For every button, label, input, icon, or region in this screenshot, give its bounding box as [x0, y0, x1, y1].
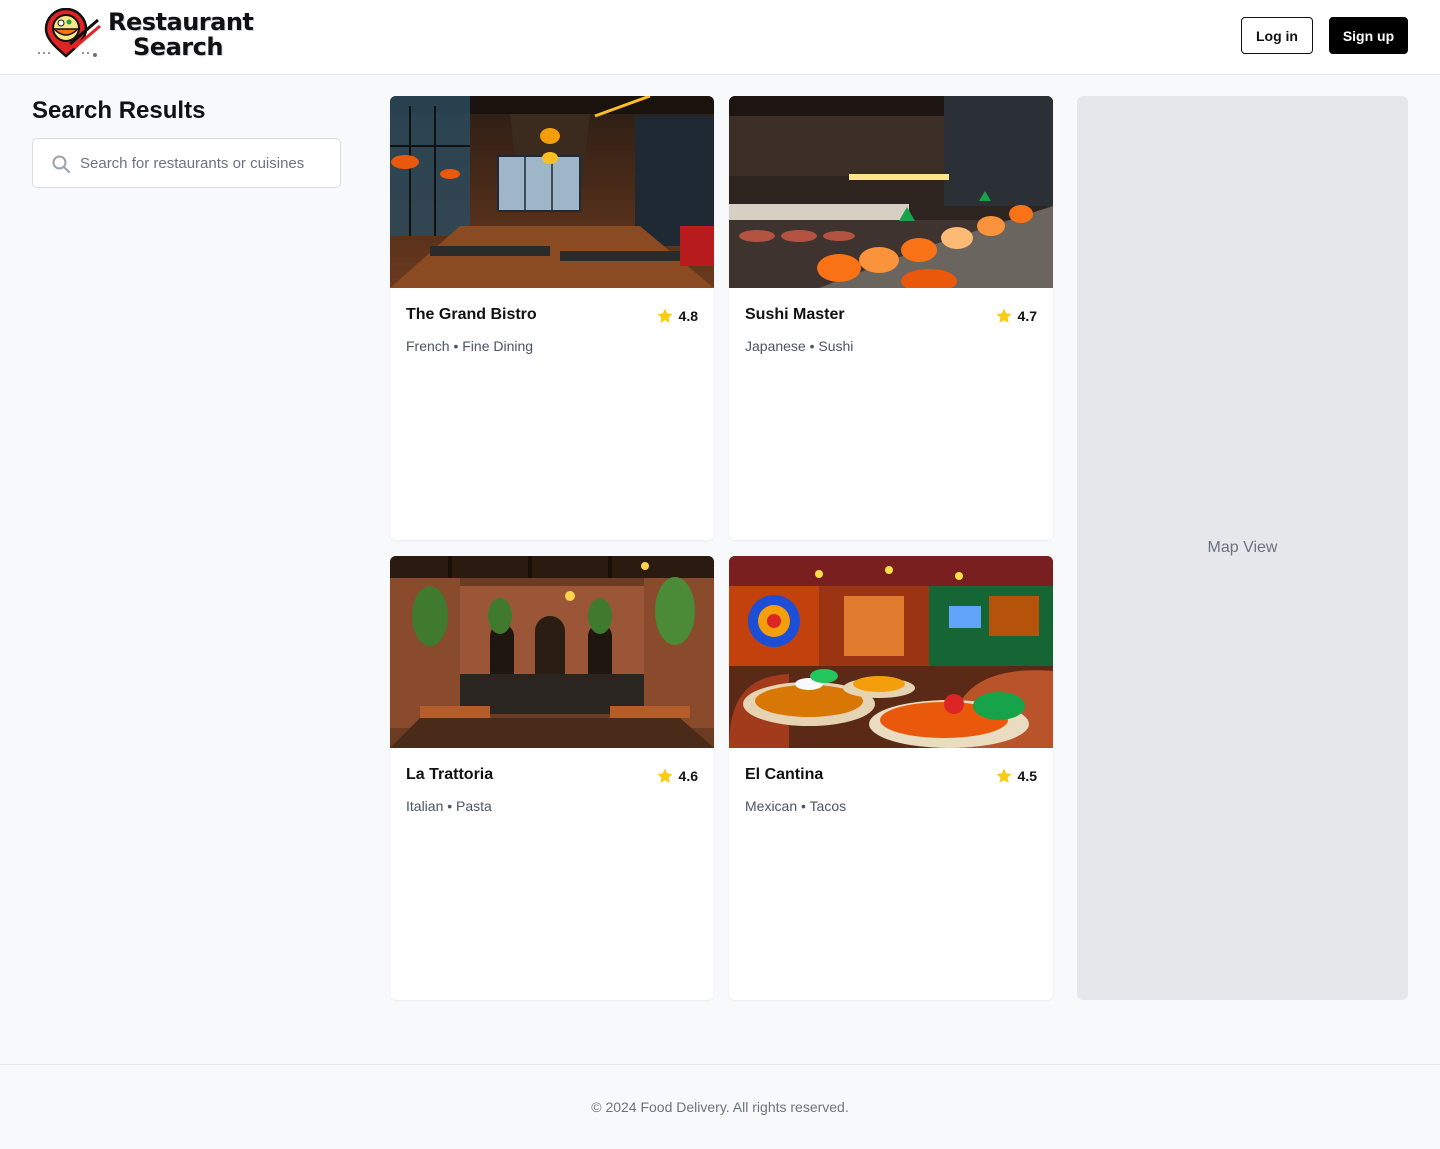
restaurant-image: [729, 96, 1053, 288]
restaurant-rating: 4.5: [995, 767, 1037, 785]
restaurant-tags: Italian • Pasta: [406, 798, 492, 814]
restaurant-card[interactable]: La Trattoria 4.6 Italian • Pasta: [390, 556, 714, 1000]
restaurant-rating: 4.8: [656, 307, 698, 325]
restaurant-image: [390, 96, 714, 288]
restaurant-card[interactable]: El Cantina 4.5 Mexican • Tacos: [729, 556, 1053, 1000]
logo-line-1: Restaurant: [108, 8, 254, 36]
login-button[interactable]: Log in: [1241, 17, 1313, 54]
restaurant-rating: 4.7: [995, 307, 1037, 325]
restaurant-tags: French • Fine Dining: [406, 338, 534, 354]
search-input[interactable]: [80, 147, 330, 179]
copyright-text: © 2024 Food Delivery. All rights reserve…: [591, 1099, 849, 1115]
restaurant-rating: 4.6: [656, 767, 698, 785]
rating-value: 4.5: [1017, 768, 1037, 784]
map-placeholder-label: Map View: [1207, 539, 1278, 556]
star-icon: [996, 768, 1012, 783]
restaurant-name[interactable]: La Trattoria: [406, 766, 493, 784]
search-icon: [52, 155, 71, 174]
star-icon: [657, 768, 673, 783]
restaurant-name[interactable]: The Grand Bistro: [406, 306, 537, 324]
logo-line-2: Search: [133, 33, 223, 61]
restaurant-tags: Mexican • Tacos: [745, 798, 847, 814]
restaurant-tags: Japanese • Sushi: [745, 338, 854, 354]
restaurant-card[interactable]: Sushi Master 4.7 Japanese • Sushi: [729, 96, 1053, 540]
restaurant-pin-logo-icon: [38, 8, 101, 58]
restaurant-image: [390, 556, 714, 748]
site-logo[interactable]: Restaurant Search: [36, 8, 254, 64]
logo-wordmark: Restaurant Search: [108, 8, 254, 61]
search-box[interactable]: [32, 138, 341, 188]
star-icon: [996, 308, 1012, 323]
map-view[interactable]: Map View: [1077, 96, 1408, 1000]
page-title: Search Results: [32, 97, 206, 124]
signup-button[interactable]: Sign up: [1329, 17, 1408, 54]
page-footer: © 2024 Food Delivery. All rights reserve…: [0, 1064, 1440, 1149]
restaurant-name[interactable]: El Cantina: [745, 766, 823, 784]
restaurant-image: [729, 556, 1053, 748]
restaurant-card[interactable]: The Grand Bistro 4.8 French • Fine Dinin…: [390, 96, 714, 540]
top-header: Restaurant Search Log in Sign up: [0, 0, 1440, 75]
rating-value: 4.7: [1017, 308, 1037, 324]
star-icon: [657, 308, 673, 323]
rating-value: 4.6: [678, 768, 698, 784]
rating-value: 4.8: [678, 308, 698, 324]
restaurant-name[interactable]: Sushi Master: [745, 306, 845, 324]
